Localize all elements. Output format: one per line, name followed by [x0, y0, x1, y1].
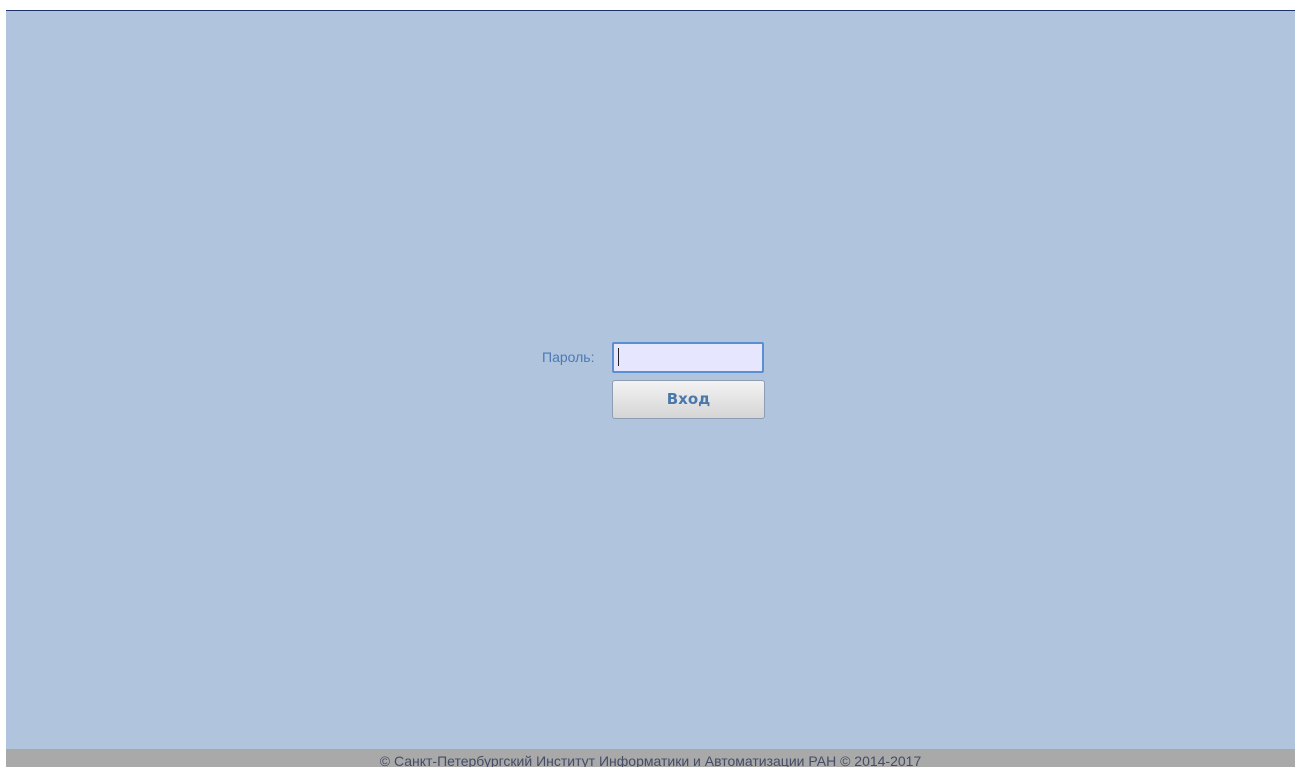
login-button[interactable]: Вход [612, 380, 765, 419]
app-window: Пароль: Вход © Санкт-Петербургский Инсти… [0, 0, 1295, 767]
text-caret [618, 348, 619, 366]
password-label: Пароль: [542, 349, 595, 365]
password-input[interactable] [612, 342, 764, 373]
footer: © Санкт-Петербургский Институт Информати… [6, 749, 1295, 767]
main-area: Пароль: Вход [6, 11, 1295, 749]
footer-copyright: © Санкт-Петербургский Институт Информати… [379, 753, 922, 767]
login-form: Пароль: Вход [6, 11, 1295, 749]
